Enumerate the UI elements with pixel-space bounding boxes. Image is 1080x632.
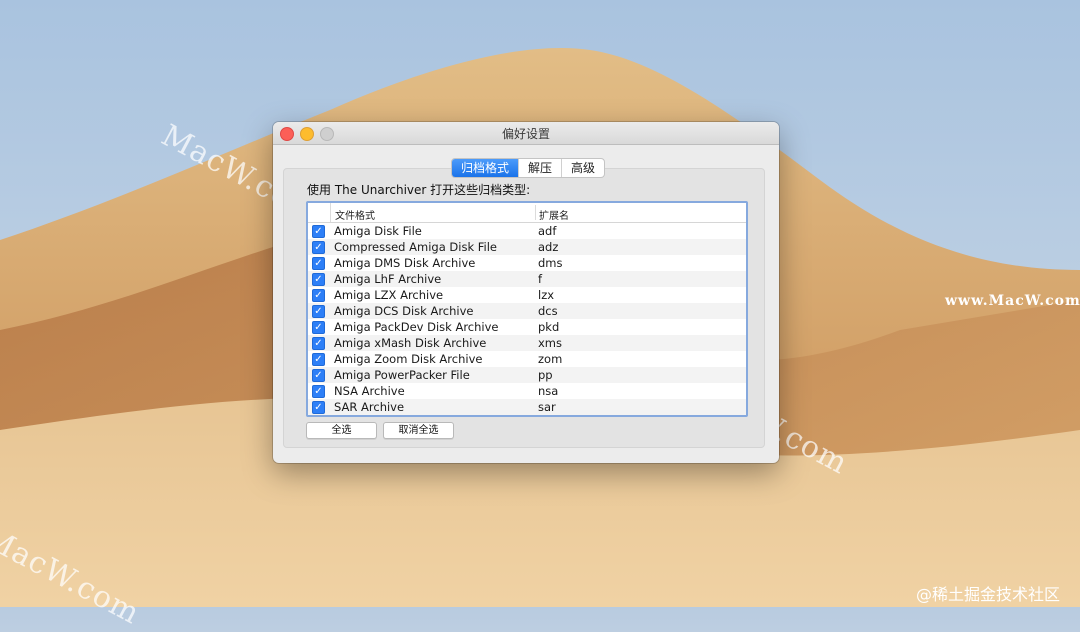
- preferences-window: 偏好设置 归档格式 解压 高级 使用 The Unarchiver 打开这些归档…: [273, 122, 779, 463]
- deselect-all-button[interactable]: 取消全选: [383, 422, 454, 439]
- format-extension: dms: [538, 256, 563, 270]
- format-extension: nsa: [538, 384, 559, 398]
- table-row[interactable]: ✓ NSA Archive nsa: [308, 383, 746, 399]
- format-extension: pkd: [538, 320, 560, 334]
- format-checkbox[interactable]: ✓: [312, 337, 325, 350]
- formats-table[interactable]: 文件格式 扩展名 ✓ Amiga Disk File adf ✓ Compressed…: [306, 201, 748, 417]
- format-name: Amiga Disk File: [334, 224, 422, 238]
- format-extension: sar: [538, 400, 556, 414]
- formats-description: 使用 The Unarchiver 打开这些归档类型:: [307, 183, 531, 197]
- window-title: 偏好设置: [501, 127, 550, 141]
- format-checkbox[interactable]: ✓: [312, 241, 325, 254]
- table-row[interactable]: ✓ Amiga DMS Disk Archive dms: [308, 255, 746, 271]
- title-bar[interactable]: 偏好设置: [273, 122, 779, 145]
- format-name: Amiga Zoom Disk Archive: [334, 352, 483, 366]
- table-row[interactable]: ✓ Amiga PackDev Disk Archive pkd: [308, 319, 746, 335]
- table-row[interactable]: ✓ Amiga Disk File adf: [308, 223, 746, 239]
- table-row[interactable]: ✓ Amiga DCS Disk Archive dcs: [308, 303, 746, 319]
- format-extension: xms: [538, 336, 562, 350]
- format-checkbox[interactable]: ✓: [312, 289, 325, 302]
- table-row[interactable]: ✓ Amiga LhF Archive f: [308, 271, 746, 287]
- segmented-tab-control: 归档格式 解压 高级: [451, 158, 606, 178]
- tab-extraction[interactable]: 解压: [518, 159, 561, 177]
- format-extension: lzx: [538, 288, 555, 302]
- format-extension: dcs: [538, 304, 558, 318]
- format-extension: pp: [538, 368, 553, 382]
- format-name: Amiga PowerPacker File: [334, 368, 470, 382]
- format-name: Amiga PackDev Disk Archive: [334, 320, 499, 334]
- table-row[interactable]: ✓ Amiga xMash Disk Archive xms: [308, 335, 746, 351]
- format-checkbox[interactable]: ✓: [312, 257, 325, 270]
- table-row[interactable]: ✓ Amiga LZX Archive lzx: [308, 287, 746, 303]
- format-checkbox[interactable]: ✓: [312, 273, 325, 286]
- select-all-button[interactable]: 全选: [306, 422, 377, 439]
- format-name: Compressed Amiga Disk File: [334, 240, 497, 254]
- column-divider: [535, 205, 536, 220]
- format-name: Amiga LhF Archive: [334, 272, 442, 286]
- tab-archive-formats[interactable]: 归档格式: [452, 159, 519, 177]
- format-name: NSA Archive: [334, 384, 405, 398]
- format-extension: adf: [538, 224, 557, 238]
- watermark-side: www.MacW.com: [945, 293, 1080, 309]
- format-checkbox[interactable]: ✓: [312, 369, 325, 382]
- table-row[interactable]: ✓ SAR Archive sar: [308, 399, 746, 415]
- format-checkbox[interactable]: ✓: [312, 321, 325, 334]
- format-name: Amiga DMS Disk Archive: [334, 256, 476, 270]
- table-row[interactable]: ✓ Compressed Amiga Disk File adz: [308, 239, 746, 255]
- tab-advanced[interactable]: 高级: [561, 159, 604, 177]
- format-name: SAR Archive: [334, 400, 405, 414]
- format-checkbox[interactable]: ✓: [312, 225, 325, 238]
- format-name: Amiga LZX Archive: [334, 288, 444, 302]
- column-header-format[interactable]: 文件格式: [335, 207, 375, 222]
- format-extension: adz: [538, 240, 559, 254]
- table-row[interactable]: ✓ Amiga PowerPacker File pp: [308, 367, 746, 383]
- format-checkbox[interactable]: ✓: [312, 401, 325, 414]
- column-header-checkbox[interactable]: [308, 203, 331, 222]
- table-body: ✓ Amiga Disk File adf ✓ Compressed Amiga Di…: [308, 223, 746, 415]
- format-checkbox[interactable]: ✓: [312, 305, 325, 318]
- column-header-extension[interactable]: 扩展名: [539, 207, 569, 222]
- table-row[interactable]: ✓ Amiga Zoom Disk Archive zom: [308, 351, 746, 367]
- watermark-bottom-right: @稀土掘金技术社区: [916, 585, 1061, 604]
- table-header: 文件格式 扩展名: [308, 203, 746, 223]
- format-checkbox[interactable]: ✓: [312, 353, 325, 366]
- format-extension: zom: [538, 352, 563, 366]
- format-checkbox[interactable]: ✓: [312, 385, 325, 398]
- format-name: Amiga xMash Disk Archive: [334, 336, 487, 350]
- format-extension: f: [538, 272, 543, 286]
- format-name: Amiga DCS Disk Archive: [334, 304, 474, 318]
